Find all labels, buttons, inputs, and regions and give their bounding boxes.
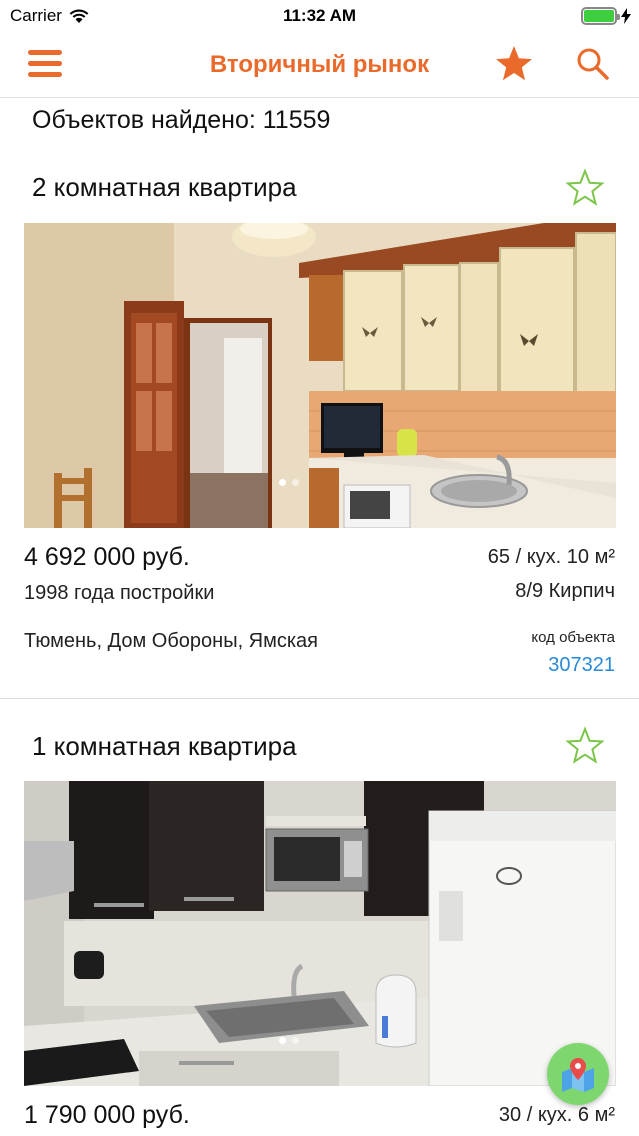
listing-title: 2 комнатная квартира: [32, 172, 297, 202]
favorites-star-icon[interactable]: [494, 44, 534, 84]
listing-floor-material: 8/9 Кирпич: [515, 580, 615, 602]
map-button[interactable]: [547, 1043, 609, 1105]
listing-address: Тюмень, Дом Обороны, Ямская: [24, 630, 319, 652]
status-bar: Carrier 11:32 AM: [0, 0, 639, 34]
listing-title: 1 комнатная квартира: [32, 731, 297, 761]
results-count: Объектов найдено: 11559: [32, 106, 331, 134]
nav-bar: Вторичный рынок: [0, 34, 639, 98]
listing-code-label: код объекта: [531, 629, 615, 646]
kitchen-photo: [24, 223, 616, 528]
kitchen-photo: [24, 781, 616, 1086]
listing-photo[interactable]: [24, 781, 616, 1086]
favorite-star-outline-icon[interactable]: [565, 726, 605, 766]
photo-pager-dots: [279, 479, 299, 486]
favorite-star-outline-icon[interactable]: [565, 168, 605, 208]
listing-code-link[interactable]: 307321: [548, 654, 615, 677]
map-pin-icon: [562, 1058, 594, 1092]
charging-bolt-icon: [621, 8, 631, 24]
listing-price: 4 692 000 руб.: [24, 543, 190, 571]
listing-price: 1 790 000 руб.: [24, 1101, 190, 1129]
listing-area: 30 / кух. 6 м²: [498, 1104, 615, 1126]
listing-area: 65 / кух. 10 м²: [487, 546, 615, 568]
photo-pager-dots: [279, 1037, 299, 1044]
search-icon[interactable]: [575, 46, 611, 82]
page-title: Вторичный рынок: [209, 51, 430, 78]
battery-icon: [581, 7, 631, 25]
listing-photo[interactable]: [24, 223, 616, 528]
divider: [0, 698, 639, 699]
status-time: 11:32 AM: [282, 6, 357, 25]
hamburger-menu-icon[interactable]: [28, 50, 68, 82]
listing-year: 1998 года постройки: [24, 582, 215, 604]
